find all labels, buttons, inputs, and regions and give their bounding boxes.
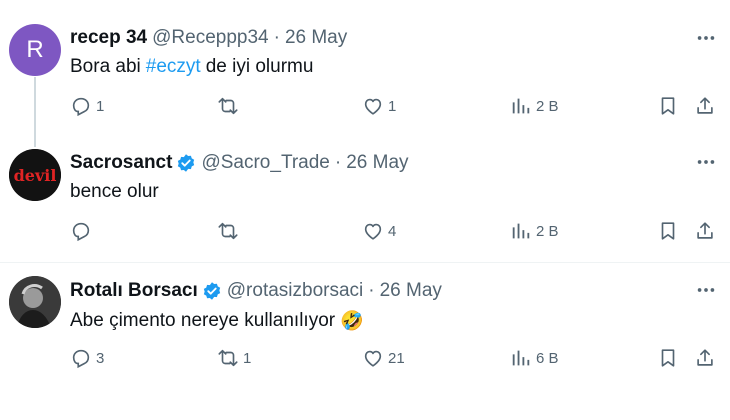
share-icon (697, 349, 713, 366)
separator-dot: · (368, 280, 375, 301)
tweet-text: Abe çimento nereye kullanılıyor 🤣 (70, 309, 364, 333)
views-button[interactable]: 6 B (510, 347, 559, 369)
tweet-date[interactable]: 26 May (380, 280, 442, 302)
emoji: 🤣 (340, 311, 364, 332)
avatar[interactable] (9, 276, 61, 328)
tweet-text-part: Abe çimento nereye kullanılıyor (70, 310, 336, 331)
tweet-header: Rotalı Borsacı @rotasizborsaci · 26 May (70, 280, 442, 302)
tweet-3: Rotalı Borsacı @rotasizborsaci · 26 May … (0, 0, 730, 420)
more-icon[interactable] (694, 280, 718, 300)
views-count: 6 B (536, 349, 559, 367)
author-name[interactable]: Rotalı Borsacı (70, 280, 198, 302)
action-bar: 3 1 21 6 B (0, 347, 730, 373)
share-button[interactable] (694, 347, 716, 369)
like-icon (364, 350, 382, 367)
bookmark-button[interactable] (657, 347, 679, 369)
reply-icon (72, 349, 90, 369)
avatar-photo (9, 276, 61, 328)
retweet-icon (218, 349, 238, 367)
bookmark-icon (661, 349, 675, 367)
like-count: 21 (388, 349, 405, 367)
retweet-button[interactable]: 1 (217, 347, 251, 369)
author-handle[interactable]: @rotasizborsaci (227, 280, 364, 302)
like-button[interactable]: 21 (362, 347, 405, 369)
views-icon (512, 350, 530, 366)
reply-button[interactable]: 3 (70, 347, 104, 369)
retweet-count: 1 (243, 349, 252, 367)
verified-icon (203, 282, 220, 300)
reply-count: 3 (96, 349, 105, 367)
